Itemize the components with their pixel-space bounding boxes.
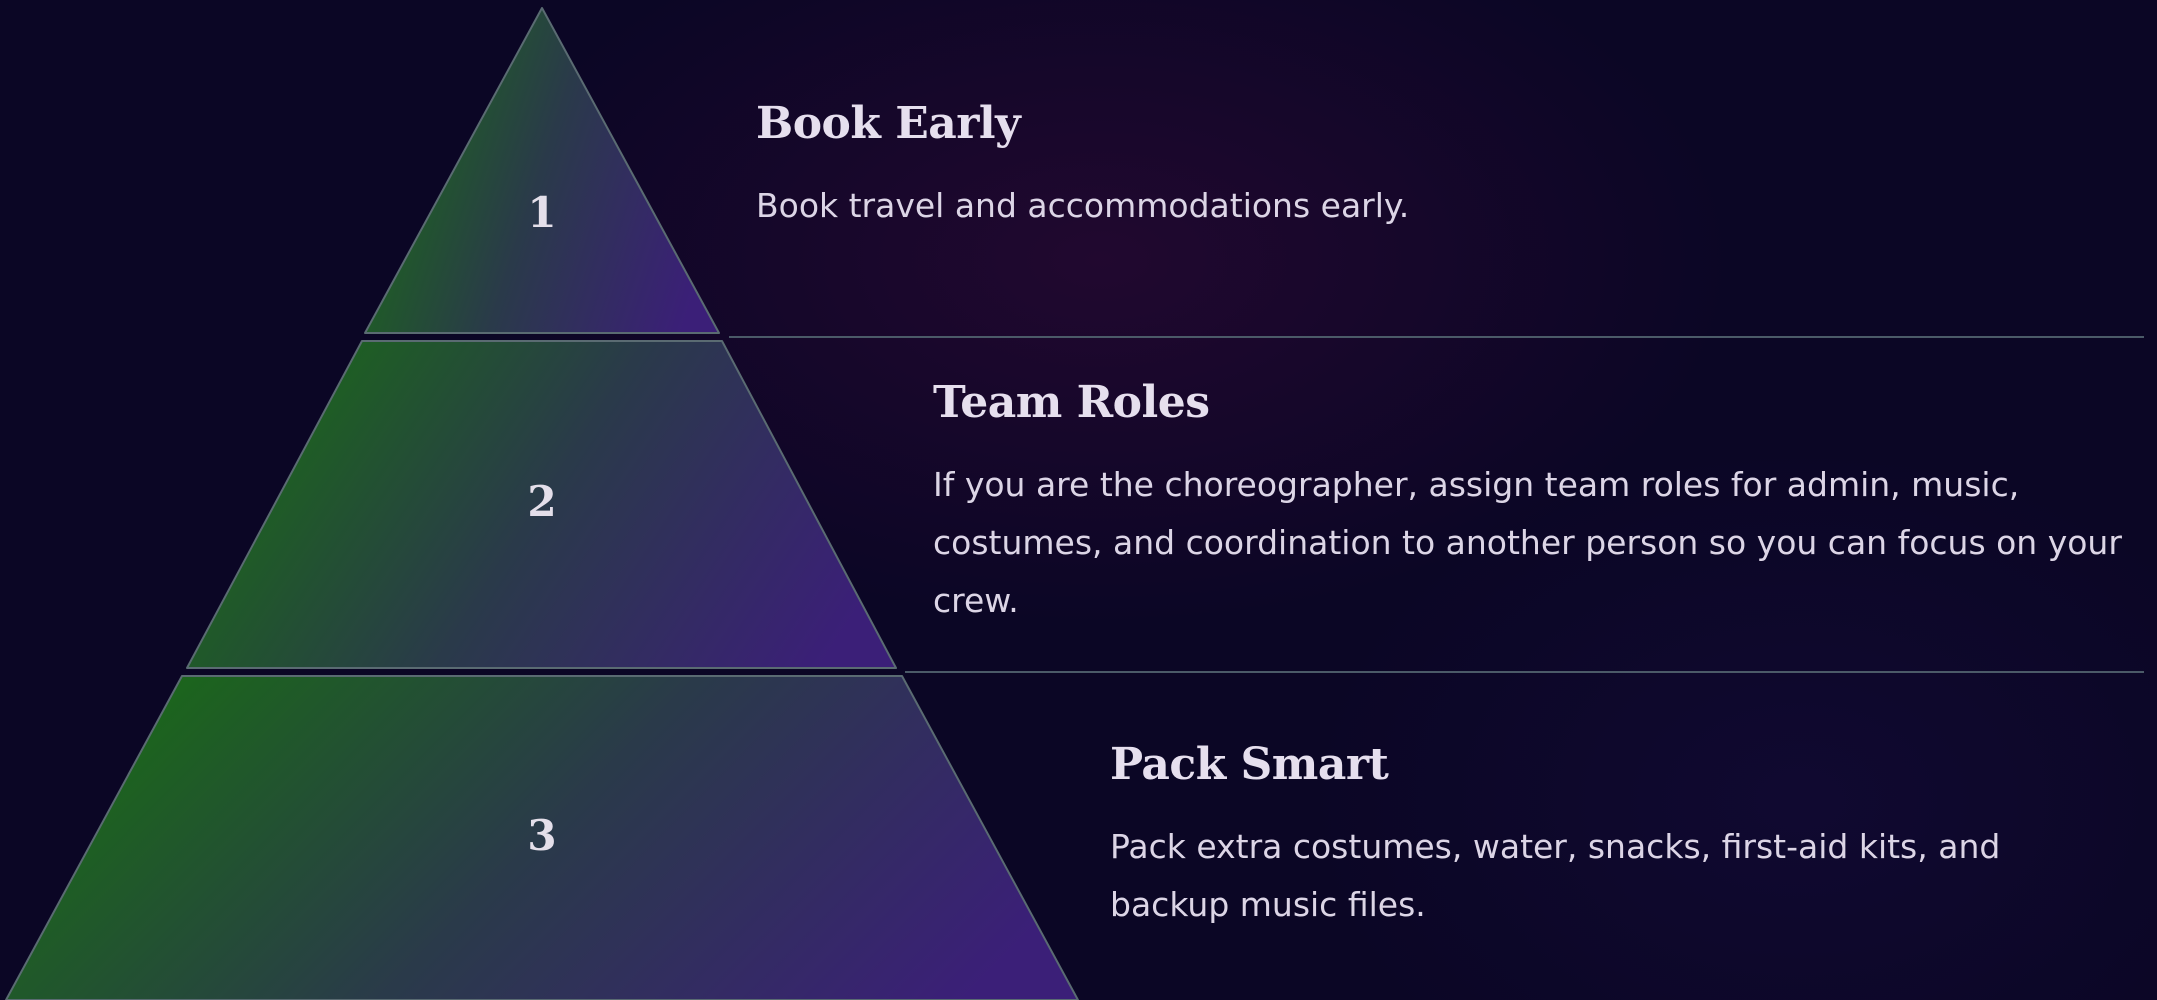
tier-2-number: 2: [527, 477, 556, 526]
step-3-title: Pack Smart: [1110, 739, 1389, 790]
tier-1-shape: [364, 7, 720, 334]
tier-1-number: 1: [527, 188, 556, 237]
pyramid-tier-2: 2: [186, 340, 897, 669]
tier-3-number: 3: [527, 811, 556, 860]
divider-2: [905, 671, 2144, 673]
step-pack-smart: Pack Smart Pack extra costumes, water, s…: [1110, 739, 2030, 934]
step-2-description: If you are the choreographer, assign tea…: [933, 464, 2122, 620]
step-1-title: Book Early: [756, 98, 1021, 149]
step-2-title: Team Roles: [933, 377, 1210, 428]
step-book-early: Book Early Book travel and accommodation…: [756, 98, 2106, 235]
pyramid-tier-3: 3: [5, 675, 1079, 1000]
step-3-description: Pack extra costumes, water, snacks, firs…: [1110, 826, 2001, 924]
step-team-roles: Team Roles If you are the choreographer,…: [933, 377, 2123, 630]
pyramid-tier-1: 1: [364, 7, 720, 334]
step-1-description: Book travel and accommodations early.: [756, 185, 1410, 225]
divider-1: [729, 336, 2144, 338]
